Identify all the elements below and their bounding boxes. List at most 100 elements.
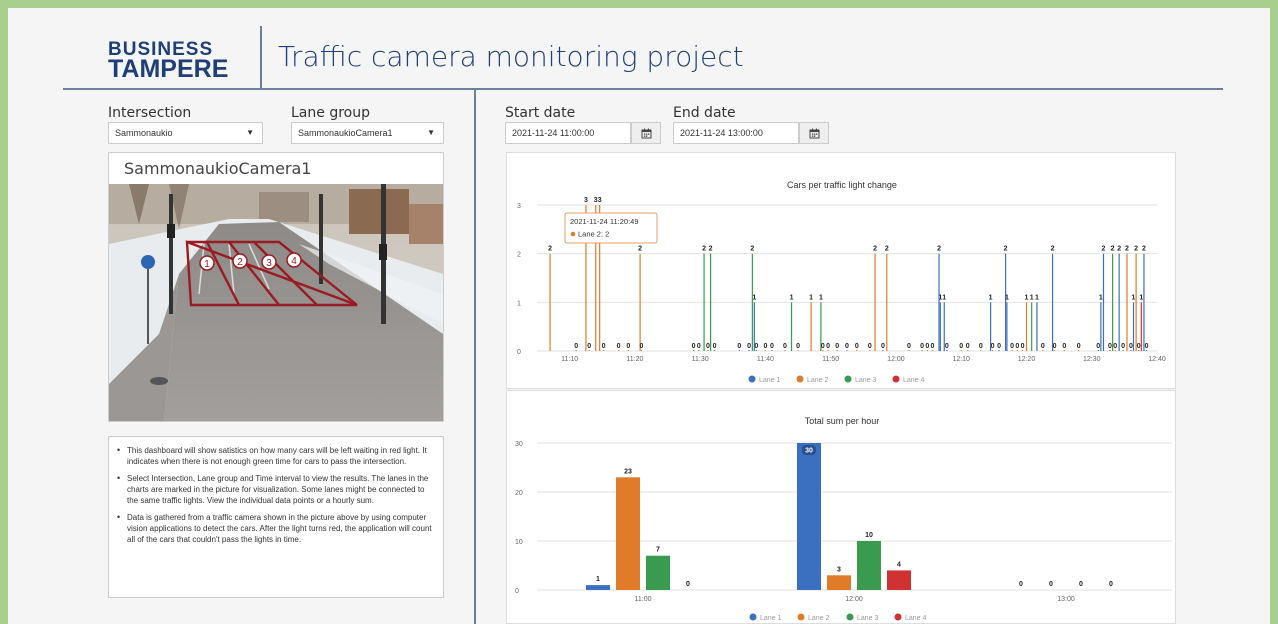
x-tick-label: 11:20	[626, 356, 643, 363]
legend-label: Lane 2	[808, 615, 830, 622]
chart-title: Total sum per hour	[805, 416, 880, 426]
data-label: 0	[826, 343, 830, 350]
data-label: 0	[697, 343, 701, 350]
data-label: 0	[1108, 343, 1112, 350]
bar-lane-3	[857, 541, 881, 590]
data-label: 0	[754, 343, 758, 350]
legend-label: Lane 4	[905, 615, 927, 622]
data-label: 2	[1125, 246, 1129, 253]
camera-title: SammonaukioCamera1	[124, 159, 312, 178]
info-paragraph: This dashboard will show satistics on ho…	[117, 445, 435, 467]
svg-text:4: 4	[291, 256, 297, 267]
data-label: 0	[763, 343, 767, 350]
y-tick-label: 0	[515, 588, 519, 595]
bar-lane-2	[827, 575, 851, 590]
info-paragraph: Select Intersection, Lane group and Time…	[117, 473, 435, 506]
data-label: 0	[1041, 343, 1045, 350]
legend-marker-lane-4	[894, 613, 902, 621]
header-rule	[63, 88, 1223, 90]
header-divider	[260, 26, 262, 88]
x-tick-label: 12:40	[1148, 356, 1166, 363]
data-label: 2	[709, 246, 713, 253]
end-date-input[interactable]: 2021-11-24 13:00:00	[673, 122, 799, 144]
data-label: 0	[1019, 581, 1023, 588]
data-label: 4	[897, 561, 901, 568]
data-label: 0	[1129, 343, 1133, 350]
data-label: 0	[1113, 343, 1117, 350]
data-label: 1	[1030, 294, 1034, 301]
tooltip-marker	[570, 231, 576, 237]
data-label: 0	[706, 343, 710, 350]
data-label: 0	[783, 343, 787, 350]
data-label: 0	[747, 343, 751, 350]
intersection-select[interactable]: Sammonaukio ▼	[108, 122, 263, 144]
data-label: 0	[796, 343, 800, 350]
x-tick-label: 12:10	[952, 356, 970, 363]
calendar-icon	[641, 128, 651, 138]
y-tick-label: 20	[515, 490, 523, 497]
data-label: 0	[587, 343, 591, 350]
data-label: 0	[991, 343, 995, 350]
info-card: This dashboard will show satistics on ho…	[108, 436, 444, 598]
start-date-calendar-button[interactable]	[631, 122, 661, 144]
start-date-input[interactable]: 2021-11-24 11:00:00	[505, 122, 631, 144]
data-label: 0	[997, 343, 1001, 350]
data-label: 0	[602, 343, 606, 350]
svg-text:3: 3	[266, 258, 272, 269]
end-date-label: End date	[673, 105, 736, 121]
data-label: 0	[931, 343, 935, 350]
data-label: 0	[821, 343, 825, 350]
data-label: 0	[713, 343, 717, 350]
lane-marker-1: 1	[199, 255, 215, 271]
caret-down-icon: ▼	[246, 128, 254, 137]
header: BUSINESS TAMPERE Traffic camera monitori…	[8, 8, 1270, 90]
x-tick-label: 11:10	[561, 356, 578, 363]
lane-group-value: SammonaukioCamera1	[298, 128, 393, 138]
legend-label: Lane 1	[759, 377, 781, 384]
data-label: 0	[835, 343, 839, 350]
bar-lane-4	[887, 570, 911, 590]
intersection-value: Sammonaukio	[115, 128, 173, 138]
legend-label: Lane 1	[760, 615, 782, 622]
data-label: 0	[692, 343, 696, 350]
legend-label: Lane 4	[903, 377, 925, 384]
svg-text:1: 1	[204, 259, 210, 270]
cars-per-change-chart-card: Cars per traffic light change 0 1 2 3 11:10 11…	[506, 152, 1176, 389]
data-label: 0	[966, 343, 970, 350]
data-label: 1	[1139, 294, 1143, 301]
legend-marker-lane-1	[748, 375, 756, 383]
y-tick-label: 0	[517, 349, 521, 356]
caret-down-icon: ▼	[427, 128, 435, 137]
legend-label: Lane 2	[807, 377, 829, 384]
data-label: 0	[845, 343, 849, 350]
legend-marker-lane-1	[749, 613, 757, 621]
data-label: 2	[1134, 246, 1138, 253]
calendar-icon	[809, 128, 819, 138]
data-label: 2	[702, 246, 706, 253]
x-tick-label: 12:00	[845, 596, 863, 603]
end-date-calendar-button[interactable]	[799, 122, 829, 144]
data-label: 3	[598, 197, 602, 204]
lane-group-select[interactable]: SammonaukioCamera1 ▼	[291, 122, 444, 144]
data-label: 0	[1121, 343, 1125, 350]
y-tick-label: 10	[515, 539, 523, 546]
data-label: 1	[1005, 294, 1009, 301]
data-label: 1	[596, 576, 600, 583]
data-label: 1	[942, 294, 946, 301]
legend-label: Lane 3	[855, 377, 877, 384]
tooltip-time: 2021-11-24 11:20:49	[570, 217, 639, 226]
data-label: 2	[1142, 246, 1146, 253]
data-label: 0	[881, 343, 885, 350]
data-label: 0	[737, 343, 741, 350]
x-tick-label: 13:00	[1057, 596, 1075, 603]
y-tick-label: 3	[517, 203, 521, 210]
svg-text:2: 2	[237, 257, 243, 268]
data-label: 0	[1062, 343, 1066, 350]
data-label: 2	[937, 246, 941, 253]
data-label: 3	[837, 566, 841, 573]
y-tick-label: 30	[515, 441, 523, 448]
business-tampere-logo: BUSINESS TAMPERE	[108, 40, 228, 82]
data-label: 1	[819, 294, 823, 301]
data-label: 30	[805, 448, 813, 455]
data-label: 2	[1051, 246, 1055, 253]
